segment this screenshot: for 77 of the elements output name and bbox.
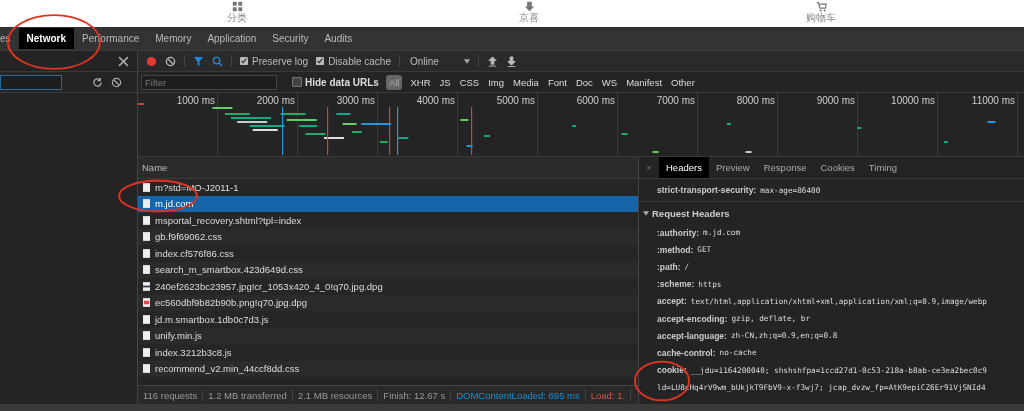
checkbox[interactable] — [292, 77, 302, 87]
type-filter[interactable]: Manifest — [625, 74, 664, 90]
time-tick: 6000 ms — [576, 95, 615, 106]
column-header[interactable]: Name — [138, 157, 638, 179]
image-icon — [143, 298, 150, 308]
detail-tab[interactable]: Cookies — [813, 157, 862, 178]
type-filter[interactable]: Doc — [574, 74, 594, 90]
reload-icon[interactable] — [92, 76, 103, 88]
search-field[interactable] — [0, 74, 62, 90]
header-name: cache-control: — [657, 347, 716, 358]
image-icon — [143, 281, 150, 291]
panel-tab[interactable]: Network — [18, 28, 74, 49]
checkbox-label[interactable]: Preserve log — [252, 55, 309, 67]
nav-label[interactable]: 购物车 — [806, 12, 836, 24]
throttling-dropdown[interactable]: Online — [409, 55, 456, 67]
nav-label[interactable]: 京喜 — [519, 12, 539, 24]
status-text: Finish: 12.67 s — [378, 389, 452, 401]
header-name: accept-language: — [657, 330, 727, 341]
caret-icon[interactable] — [463, 58, 470, 64]
time-tick: 4000 ms — [416, 95, 455, 106]
panel-tab[interactable]: Application — [199, 28, 265, 49]
header-name: strict-transport-security: — [657, 185, 757, 195]
cart-icon[interactable] — [815, 1, 827, 12]
upload-icon[interactable] — [486, 55, 498, 67]
expand-triangle-icon[interactable] — [643, 210, 649, 216]
type-filter[interactable]: Media — [512, 74, 540, 90]
header-name: :method: — [657, 244, 694, 255]
detail-tab[interactable]: Preview — [708, 157, 757, 178]
header-name: :scheme: — [657, 279, 695, 290]
type-filter[interactable]: Img — [487, 74, 505, 90]
checkbox-label[interactable]: Hide data URLs — [305, 76, 379, 88]
time-tick: 7000 ms — [656, 95, 695, 106]
status-text: 116 requests — [138, 389, 204, 401]
filter-icon[interactable] — [193, 55, 204, 67]
type-filter[interactable]: CSS — [458, 74, 481, 90]
detail-tab[interactable]: Timing — [861, 157, 904, 178]
detail-tab[interactable]: Response — [756, 157, 814, 178]
close-button[interactable]: × — [639, 162, 659, 173]
grid-icon[interactable] — [231, 1, 243, 12]
record-icon[interactable] — [146, 55, 157, 67]
checkbox[interactable] — [240, 57, 248, 65]
clear-icon[interactable] — [165, 55, 176, 67]
time-tick: 2000 ms — [256, 95, 295, 106]
download-icon[interactable] — [505, 55, 517, 67]
time-tick: 1000 ms — [176, 95, 215, 106]
time-tick: 8000 ms — [736, 95, 775, 106]
header-name: accept: — [657, 296, 687, 307]
time-tick: 9000 ms — [816, 95, 855, 106]
section-title[interactable]: Request Headers — [652, 207, 730, 219]
block-icon[interactable] — [111, 76, 122, 88]
time-tick: 5000 ms — [496, 95, 535, 106]
header-name: :path: — [657, 261, 681, 272]
time-tick: 3000 ms — [336, 95, 375, 106]
status-text: 2.1 MB resources — [292, 389, 379, 401]
time-tick: 10000 ms — [891, 95, 935, 106]
checkbox[interactable] — [316, 57, 325, 65]
panel-tab[interactable]: Security — [264, 28, 317, 49]
header-name: :authority: — [657, 227, 700, 238]
type-filter[interactable]: Other — [670, 74, 696, 90]
checkbox-label[interactable]: Disable cache — [328, 55, 391, 67]
filter-field[interactable]: Filter — [141, 74, 277, 90]
close-icon[interactable] — [118, 55, 129, 67]
status-text: Load: 1. — [585, 389, 632, 401]
type-filter[interactable]: JS — [438, 74, 452, 90]
type-filter[interactable]: XHR — [409, 74, 432, 90]
nav-label[interactable]: 分类 — [227, 12, 247, 24]
type-filter[interactable]: Font — [546, 74, 568, 90]
panel-tab[interactable]: Memory — [147, 28, 200, 49]
status-text: 1.2 MB transferred — [203, 389, 293, 401]
down-arrow-icon[interactable] — [523, 1, 535, 12]
search-icon[interactable] — [212, 55, 223, 67]
type-filter[interactable]: WS — [600, 74, 619, 90]
status-text: DOMContentLoaded: 695 ms — [451, 389, 586, 401]
time-tick: 11000 ms — [971, 95, 1015, 106]
detail-tab[interactable]: Headers — [659, 157, 709, 178]
panel-tab[interactable]: Audits — [316, 28, 361, 49]
header-name: accept-encoding: — [657, 313, 728, 324]
